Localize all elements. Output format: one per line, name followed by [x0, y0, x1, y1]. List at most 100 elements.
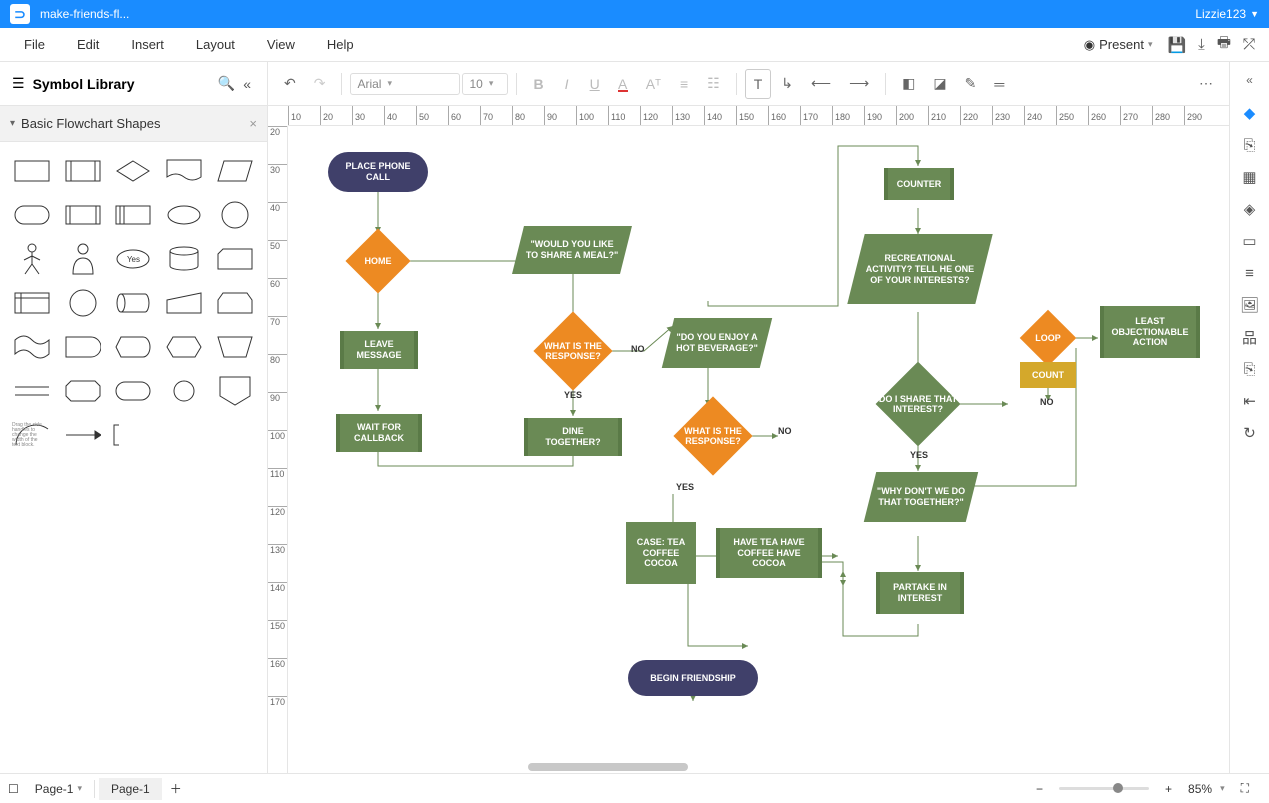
shape-stored-data[interactable] [109, 194, 158, 236]
align-button[interactable]: ≡ [671, 70, 697, 98]
print-icon[interactable]: 🖶 [1211, 28, 1237, 61]
collapse-left-icon[interactable]: « [239, 72, 255, 96]
shape-manual-input[interactable] [160, 282, 209, 324]
line-weight-button[interactable]: ═ [986, 70, 1012, 98]
zoom-in-button[interactable]: + [1157, 778, 1180, 800]
shape-offpage[interactable] [210, 370, 259, 412]
style-panel-icon[interactable]: ◆ [1235, 98, 1265, 128]
shape-document[interactable] [160, 150, 209, 192]
line-start-button[interactable]: ⟵ [803, 69, 839, 98]
collapse-right-icon[interactable]: « [1235, 68, 1265, 92]
node-count[interactable]: COUNT [1020, 362, 1076, 388]
layers-panel-icon[interactable]: ◈ [1235, 194, 1265, 224]
connector-style-button[interactable]: ↳ [773, 69, 801, 98]
shape-actor[interactable] [8, 238, 57, 280]
underline-button[interactable]: U [582, 70, 608, 98]
more-button[interactable]: ⋯ [1191, 69, 1221, 98]
close-section-icon[interactable]: × [249, 116, 257, 131]
shape-process[interactable] [8, 150, 57, 192]
page-tab-1[interactable]: Page-1 [99, 778, 162, 800]
outline-view-icon[interactable]: ☐ [0, 778, 27, 800]
page-selector[interactable]: Page-1▾ [27, 778, 90, 800]
shape-display[interactable] [109, 326, 158, 368]
zoom-slider[interactable] [1059, 787, 1149, 790]
node-have-drink[interactable]: HAVE TEA HAVE COFFEE HAVE COCOA [716, 528, 822, 578]
search-icon[interactable]: 🔍 [214, 71, 239, 96]
shape-yes-ellipse[interactable]: Yes [109, 238, 158, 280]
shape-internal-storage[interactable] [8, 282, 57, 324]
node-leave-message[interactable]: LEAVE MESSAGE [340, 331, 418, 369]
export-panel-icon[interactable]: ⎘ [1235, 130, 1265, 160]
node-begin-friendship[interactable]: BEGIN FRIENDSHIP [628, 660, 758, 696]
shape-data[interactable] [210, 150, 259, 192]
node-counter[interactable]: COUNTER [884, 168, 954, 200]
shape-ellipse[interactable] [160, 194, 209, 236]
menu-layout[interactable]: Layout [180, 31, 251, 58]
menu-view[interactable]: View [251, 31, 311, 58]
save-icon[interactable]: 💾 [1161, 32, 1192, 58]
shape-database[interactable] [160, 238, 209, 280]
data-panel-icon[interactable]: ≡ [1235, 258, 1265, 288]
node-place-phone-call[interactable]: PLACE PHONE CALL [328, 152, 428, 192]
shadow-button[interactable]: ◪ [925, 69, 954, 98]
bold-button[interactable]: B [525, 70, 551, 98]
shape-terminator[interactable] [8, 194, 57, 236]
font-color-button[interactable]: A [610, 70, 636, 98]
image-panel-icon[interactable]: 🖼 [1235, 290, 1265, 320]
slides-panel-icon[interactable]: ▭ [1235, 226, 1265, 256]
shape-annotation[interactable]: Drag the side handles to change the widt… [109, 414, 158, 456]
shape-predefined[interactable] [59, 194, 108, 236]
shape-decision[interactable] [109, 150, 158, 192]
text-size-button[interactable]: Aᵀ [638, 70, 669, 98]
node-case[interactable]: CASE: TEA COFFEE COCOA [626, 522, 696, 584]
shape-delay[interactable] [59, 326, 108, 368]
grid-panel-icon[interactable]: ▦ [1235, 162, 1265, 192]
line-end-button[interactable]: ⟶ [841, 69, 877, 98]
shape-cylinder-h[interactable] [109, 282, 158, 324]
shape-preparation[interactable] [160, 326, 209, 368]
node-partake[interactable]: PARTAKE IN INTEREST [876, 572, 964, 614]
canvas-page[interactable]: PLACE PHONE CALL HOME LEAVE MESSAGE WAIT… [308, 126, 1228, 766]
undo-button[interactable]: ↶ [276, 69, 304, 98]
shapes-section-header[interactable]: ▾ Basic Flowchart Shapes × [0, 106, 267, 142]
shape-rounded-box[interactable] [59, 370, 108, 412]
shape-connector[interactable] [160, 370, 209, 412]
shape-parallel[interactable] [8, 370, 57, 412]
shape-subprocess[interactable] [59, 150, 108, 192]
shape-circle2[interactable] [59, 282, 108, 324]
menu-insert[interactable]: Insert [115, 31, 180, 58]
menu-file[interactable]: File [8, 31, 61, 58]
shape-tape[interactable] [8, 326, 57, 368]
list-button[interactable]: ☷ [699, 69, 728, 98]
italic-button[interactable]: I [554, 70, 580, 98]
node-dine-together[interactable]: DINE TOGETHER? [524, 418, 622, 456]
node-least-objectionable[interactable]: LEAST OBJECTIONABLE ACTION [1100, 306, 1200, 358]
node-rec-activity[interactable]: RECREATIONAL ACTIVITY? TELL HE ONE OF YO… [847, 234, 992, 304]
share-icon[interactable]: ⤱ [1237, 32, 1261, 57]
user-menu[interactable]: Lizzie123 ▼ [1195, 7, 1259, 21]
canvas[interactable]: PLACE PHONE CALL HOME LEAVE MESSAGE WAIT… [288, 126, 1229, 773]
node-why-together[interactable]: "WHY DON'T WE DO THAT TOGETHER?" [864, 472, 978, 522]
shape-card[interactable] [210, 238, 259, 280]
shape-person[interactable] [59, 238, 108, 280]
menu-edit[interactable]: Edit [61, 31, 115, 58]
h-scrollbar[interactable] [528, 761, 969, 773]
redo-button[interactable]: ↷ [306, 69, 334, 98]
shape-manual-op[interactable] [210, 326, 259, 368]
font-family-select[interactable]: Arial▾ [350, 73, 460, 95]
shape-arrow[interactable] [59, 414, 108, 456]
fill-button[interactable]: ◧ [894, 69, 923, 98]
fit-screen-icon[interactable]: ⛶ [1233, 777, 1257, 800]
download-icon[interactable]: ⤓ [1192, 32, 1211, 57]
shape-loop-limit[interactable] [210, 282, 259, 324]
menu-help[interactable]: Help [311, 31, 370, 58]
clipboard-panel-icon[interactable]: ⎘ [1235, 354, 1265, 384]
zoom-out-button[interactable]: − [1028, 778, 1051, 800]
font-size-select[interactable]: 10▾ [462, 73, 508, 95]
shape-circle[interactable] [210, 194, 259, 236]
present-button[interactable]: ◉ Present ▾ [1075, 32, 1162, 58]
add-page-button[interactable]: ＋ [162, 776, 190, 801]
tree-panel-icon[interactable]: 品 [1235, 322, 1265, 352]
node-wait-callback[interactable]: WAIT FOR CALLBACK [336, 414, 422, 452]
indent-panel-icon[interactable]: ⇤ [1235, 386, 1265, 416]
